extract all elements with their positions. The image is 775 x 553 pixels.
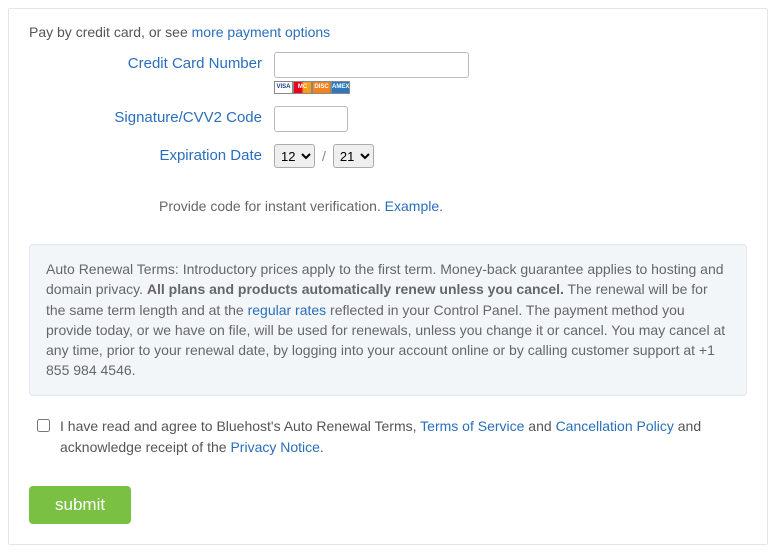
- expiration-row: Expiration Date 12 / 21: [29, 144, 747, 168]
- terms-of-service-link[interactable]: Terms of Service: [420, 418, 524, 434]
- verification-example-link[interactable]: Example: [385, 198, 439, 214]
- exp-month-select[interactable]: 12: [274, 144, 315, 168]
- auto-renewal-terms-box: Auto Renewal Terms: Introductory prices …: [29, 244, 747, 396]
- exp-divider: /: [322, 148, 326, 164]
- cvv-label: Signature/CVV2 Code: [29, 106, 274, 126]
- payment-form-panel: Pay by credit card, or see more payment …: [8, 8, 768, 545]
- privacy-notice-link[interactable]: Privacy Notice: [230, 439, 319, 455]
- intro-text: Pay by credit card, or see more payment …: [29, 24, 747, 40]
- terms-bold: All plans and products automatically ren…: [147, 281, 564, 297]
- amex-icon: AMEX: [331, 81, 350, 94]
- consent-dot: .: [320, 439, 324, 455]
- cvv-row: Signature/CVV2 Code: [29, 106, 747, 132]
- mastercard-icon: MC: [293, 81, 312, 94]
- verification-text: Provide code for instant verification.: [159, 198, 385, 214]
- exp-year-select[interactable]: 21: [333, 144, 374, 168]
- cc-number-label: Credit Card Number: [29, 52, 274, 72]
- consent-text: I have read and agree to Bluehost's Auto…: [60, 416, 747, 458]
- verification-hint: Provide code for instant verification. E…: [159, 198, 747, 214]
- consent-and1: and: [524, 418, 555, 434]
- submit-button[interactable]: submit: [29, 486, 131, 524]
- consent-p1: I have read and agree to Bluehost's Auto…: [60, 418, 420, 434]
- more-payment-options-link[interactable]: more payment options: [192, 24, 331, 40]
- visa-icon: VISA: [274, 81, 293, 94]
- intro-prefix: Pay by credit card, or see: [29, 24, 192, 40]
- verification-dot: .: [439, 198, 443, 214]
- consent-checkbox[interactable]: [37, 419, 50, 432]
- consent-row: I have read and agree to Bluehost's Auto…: [29, 416, 747, 458]
- cc-number-row: Credit Card Number VISA MC DISC AMEX: [29, 52, 747, 94]
- card-brand-row: VISA MC DISC AMEX: [274, 81, 469, 94]
- expiration-label: Expiration Date: [29, 144, 274, 164]
- cc-number-input[interactable]: [274, 52, 469, 78]
- cancellation-policy-link[interactable]: Cancellation Policy: [556, 418, 674, 434]
- cvv-input[interactable]: [274, 106, 348, 132]
- regular-rates-link[interactable]: regular rates: [248, 302, 327, 318]
- discover-icon: DISC: [312, 81, 331, 94]
